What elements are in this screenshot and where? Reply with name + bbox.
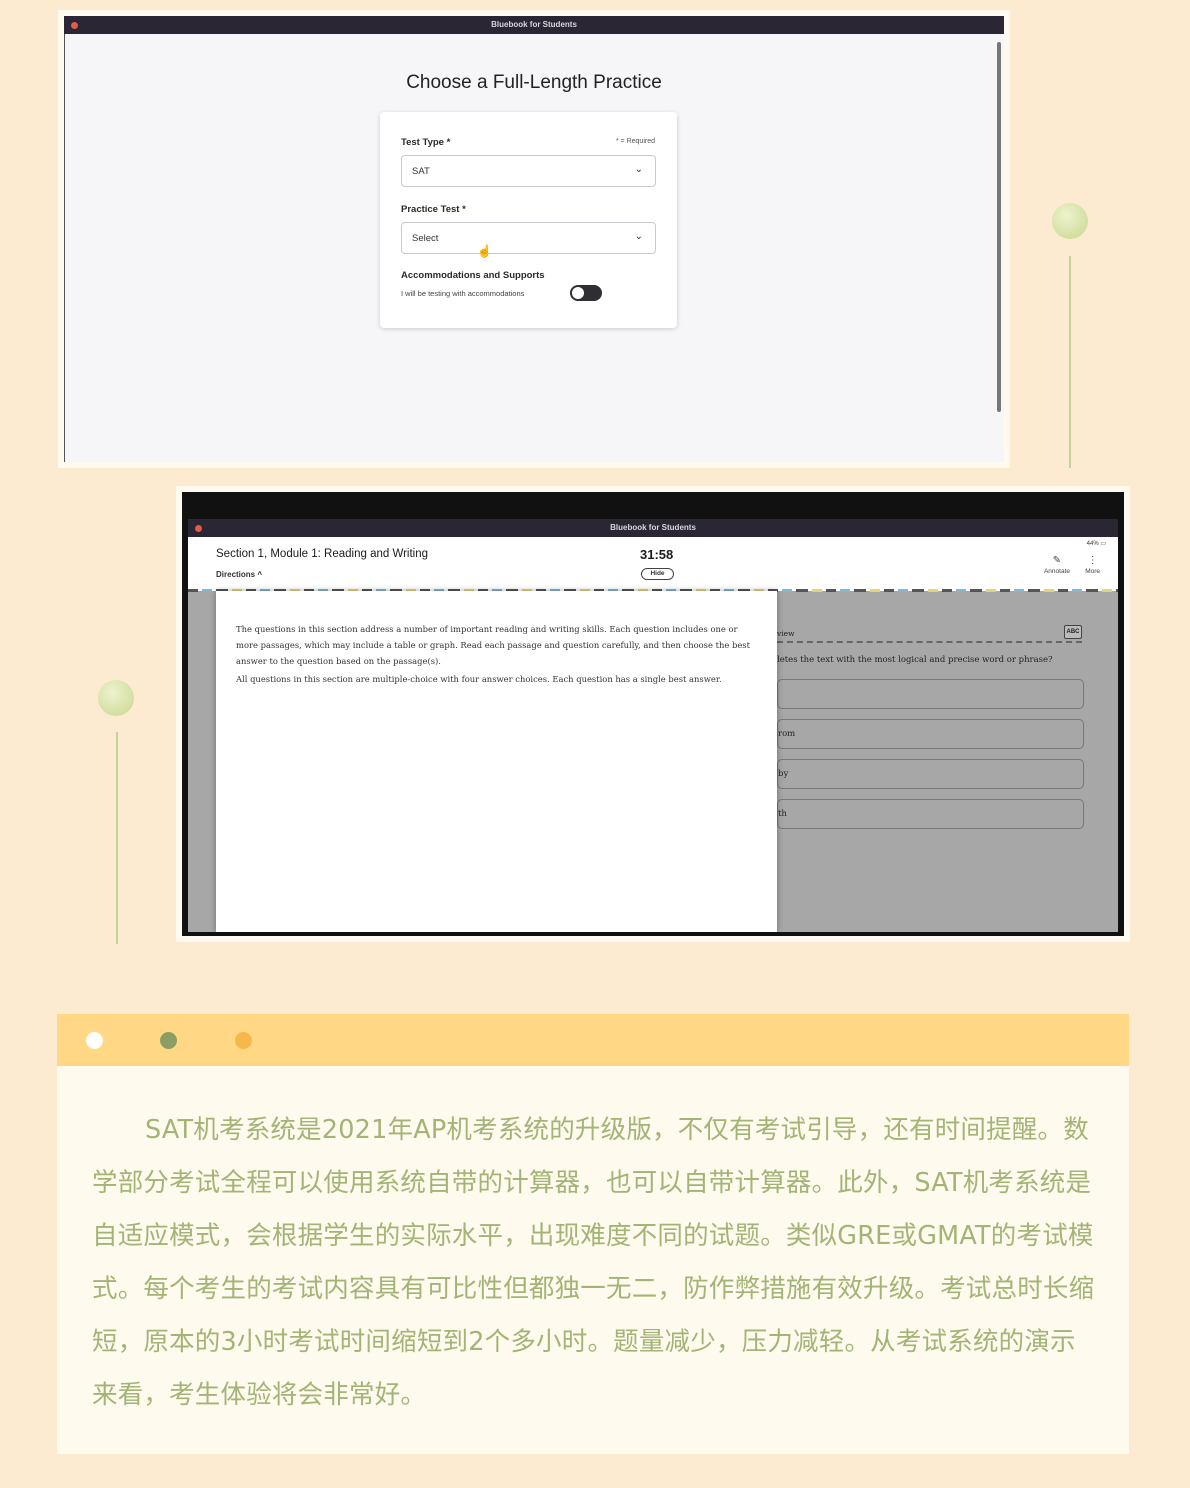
timer: 31:58 (640, 547, 674, 562)
more-label: More (1085, 568, 1100, 575)
practice-test-label: Practice Test * (401, 204, 466, 215)
header-dot-white (86, 1032, 103, 1049)
chevron-down-icon: ⌄ (634, 164, 643, 175)
question-bar: view ABC (777, 625, 1082, 643)
answer-choice-c[interactable]: by (777, 759, 1084, 789)
accommodations-toggle[interactable] (570, 285, 602, 301)
accommodations-text: I will be testing with accommodations (401, 289, 525, 298)
practice-test-select[interactable]: Select ⌄ (401, 222, 656, 254)
test-type-label: Test Type * (401, 137, 451, 148)
test-header: Section 1, Module 1: Reading and Writing… (188, 537, 1118, 592)
battery-level: 44% (1086, 541, 1099, 547)
annotate-label: Annotate (1043, 568, 1070, 575)
window-title: Bluebook for Students (610, 523, 696, 532)
more-button[interactable]: ⋮ More (1085, 555, 1100, 575)
decorative-pin-dot-right (1052, 203, 1088, 239)
decorative-pin-line-left (116, 732, 118, 944)
decorative-pin-dot-left (98, 680, 134, 716)
info-box-header (57, 1014, 1129, 1066)
page-title: Choose a Full-Length Practice (406, 72, 662, 93)
answer-choice-d[interactable]: th (777, 799, 1084, 829)
window-titlebar: Bluebook for Students (188, 519, 1118, 537)
required-note: * = Required (615, 138, 655, 145)
test-type-select[interactable]: SAT ⌄ (401, 155, 656, 187)
header-dot-orange (235, 1032, 252, 1049)
bluebook-window: Bluebook for Students Choose a Full-Leng… (64, 16, 1004, 462)
scrollbar[interactable] (997, 42, 1001, 412)
more-vertical-icon: ⋮ (1087, 555, 1098, 566)
question-pane: view ABC letes the text with the most lo… (777, 591, 1118, 932)
annotate-button[interactable]: ✎ Annotate (1044, 555, 1070, 575)
practice-form-card: Test Type * * = Required SAT ⌄ Practice … (380, 112, 677, 328)
window-title: Bluebook for Students (491, 20, 577, 29)
info-paragraph: SAT机考系统是2021年AP机考系统的升级版，不仅有考试引导，还有时间提醒。数… (92, 1115, 1095, 1410)
info-box: SAT机考系统是2021年AP机考系统的升级版，不仅有考试引导，还有时间提醒。数… (57, 1014, 1129, 1454)
section-title: Section 1, Module 1: Reading and Writing (216, 548, 429, 560)
window-titlebar: Bluebook for Students (64, 16, 1004, 34)
abc-eliminator-button[interactable]: ABC (1064, 625, 1082, 639)
directions-paragraph-2: All questions in this section are multip… (236, 674, 722, 684)
answer-choice-b[interactable]: rom (777, 719, 1084, 749)
answer-choice-a[interactable] (777, 679, 1084, 709)
question-text: letes the text with the most logical and… (777, 655, 1053, 665)
decorative-pin-line-right (1069, 256, 1071, 468)
question-bar-text: view (777, 629, 795, 638)
directions-toggle[interactable]: Directions ^ (216, 570, 262, 579)
directions-panel: The questions in this section address a … (216, 591, 777, 932)
screenshot-frame-practice-selection: Bluebook for Students Choose a Full-Leng… (58, 10, 1010, 468)
test-app-area: Section 1, Module 1: Reading and Writing… (188, 537, 1118, 932)
test-type-value: SAT (412, 166, 430, 177)
practice-test-value: Select (412, 233, 439, 244)
directions-paragraph-1: The questions in this section address a … (236, 624, 750, 666)
bluebook-test-window: Bluebook for Students Section 1, Module … (182, 492, 1124, 936)
toggle-knob (572, 287, 584, 299)
battery-icon: 44% ▭ (1086, 541, 1106, 547)
header-dot-green (160, 1032, 177, 1049)
screenshot-frame-test-module: Bluebook for Students Section 1, Module … (176, 486, 1130, 942)
hand-cursor-icon: ☝ (477, 244, 492, 258)
chevron-down-icon: ⌄ (634, 231, 643, 242)
pencil-icon: ✎ (1052, 555, 1062, 566)
hide-timer-button[interactable]: Hide (641, 568, 674, 580)
accommodations-label: Accommodations and Supports (401, 270, 545, 281)
window-left-edge (64, 34, 65, 462)
